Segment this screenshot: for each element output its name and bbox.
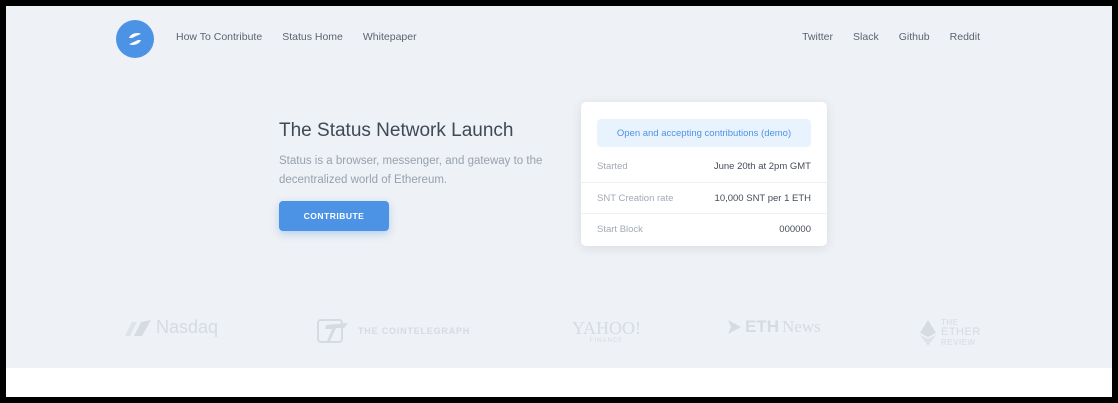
- page-frame: How To Contribute Status Home Whitepaper…: [6, 6, 1112, 397]
- info-row-creation-rate: SNT Creation rate 10,000 SNT per 1 ETH: [581, 182, 827, 213]
- hero-section: How To Contribute Status Home Whitepaper…: [6, 6, 1112, 368]
- info-row-label: SNT Creation rate: [597, 192, 674, 204]
- ethnews-wordmark-eth: ETH: [745, 317, 779, 336]
- press-logo-yahoo-finance: YAHOO! FINANCE: [572, 319, 641, 344]
- status-logo-icon: [129, 33, 141, 45]
- info-row-start-block: Start Block 000000: [581, 213, 827, 245]
- nav-github[interactable]: Github: [899, 31, 930, 43]
- yahoo-wordmark: YAHOO!: [572, 318, 641, 338]
- cointelegraph-icon: [317, 319, 348, 343]
- status-logo[interactable]: [116, 20, 154, 58]
- nav-how-to-contribute[interactable]: How To Contribute: [176, 31, 262, 43]
- press-logo-cointelegraph: THE COINTELEGRAPH: [316, 317, 470, 345]
- nav-whitepaper[interactable]: Whitepaper: [363, 31, 417, 43]
- info-row-label: Started: [597, 161, 628, 172]
- nav-twitter[interactable]: Twitter: [802, 31, 833, 43]
- cointelegraph-wordmark: THE COINTELEGRAPH: [358, 326, 471, 336]
- contribute-button[interactable]: CONTRIBUTE: [279, 201, 389, 231]
- nav-reddit[interactable]: Reddit: [950, 31, 980, 43]
- info-row-started: Started June 20th at 2pm GMT: [581, 151, 827, 182]
- nav-slack[interactable]: Slack: [853, 31, 879, 43]
- nasdaq-icon: [125, 319, 151, 336]
- contribution-info-card: Open and accepting contributions (demo) …: [581, 102, 827, 246]
- info-row-value: June 20th at 2pm GMT: [713, 161, 811, 172]
- status-badge: Open and accepting contributions (demo): [597, 119, 811, 147]
- ether-review-line: ETHER: [941, 326, 981, 338]
- press-logo-ethnews: ETH News: [726, 317, 821, 337]
- press-logo-nasdaq: Nasdaq: [123, 317, 218, 338]
- info-row-value: 10,000 SNT per 1 ETH: [714, 192, 811, 204]
- info-row-value: 000000: [779, 224, 811, 235]
- press-logo-ether-review: THE ETHER REVIEW: [919, 318, 981, 347]
- ethnews-play-icon: [728, 320, 741, 334]
- nav-status-home[interactable]: Status Home: [282, 31, 343, 43]
- ethnews-wordmark-news: News: [782, 317, 821, 336]
- page-title: The Status Network Launch: [279, 120, 514, 141]
- ether-review-line: REVIEW: [941, 338, 976, 347]
- nasdaq-wordmark: Nasdaq: [156, 317, 219, 337]
- nav-right: Twitter Slack Github Reddit: [802, 31, 980, 43]
- hero-subtitle: Status is a browser, messenger, and gate…: [279, 155, 543, 186]
- ether-review-wordmark: THE ETHER REVIEW: [941, 318, 981, 347]
- yahoo-finance-subtext: FINANCE: [589, 338, 624, 344]
- ethereum-diamond-icon: [920, 319, 936, 346]
- info-row-label: Start Block: [597, 224, 643, 235]
- nav-left: How To Contribute Status Home Whitepaper: [176, 31, 417, 43]
